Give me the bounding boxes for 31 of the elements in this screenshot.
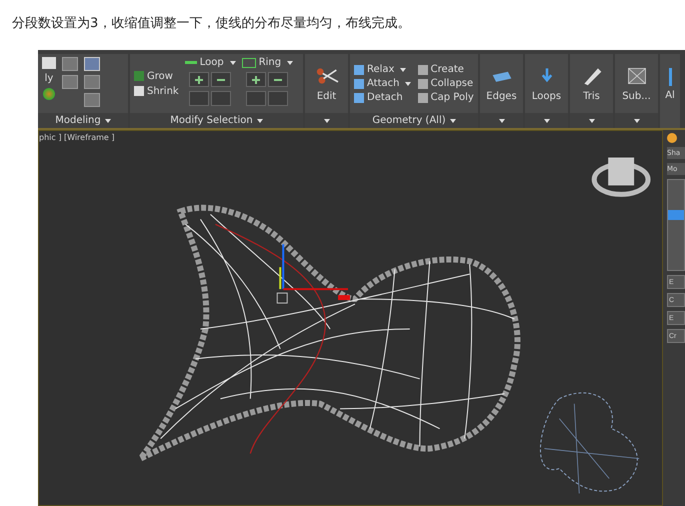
caption-text: 分段数设置为3，收缩值调整一下，使线的分布尽量均匀，布线完成。 xyxy=(11,15,412,33)
view-cube-icon[interactable] xyxy=(592,158,651,197)
tool-label[interactable]: ly xyxy=(44,73,54,84)
caret-icon[interactable] xyxy=(498,118,504,122)
viewport-label[interactable]: phic ] [Wireframe ] xyxy=(39,133,114,142)
geometry-tool-button[interactable]: Create xyxy=(418,64,474,75)
geometry-tool-button[interactable]: Attach xyxy=(354,78,412,89)
caret-icon[interactable] xyxy=(588,118,594,122)
caret-icon[interactable] xyxy=(544,118,550,122)
ring-button[interactable]: Ring xyxy=(242,57,294,68)
minus-icon[interactable] xyxy=(268,72,288,87)
geometry-tool-button[interactable]: Relax xyxy=(354,64,412,75)
geometry-tool-button[interactable]: Detach xyxy=(354,92,412,103)
tool-icon xyxy=(668,68,672,86)
minus-icon[interactable] xyxy=(211,72,232,87)
caret-icon[interactable] xyxy=(256,118,263,122)
caret-icon[interactable] xyxy=(104,118,111,122)
ribbon-button[interactable]: Al xyxy=(660,54,680,128)
plus-icon[interactable] xyxy=(189,72,210,87)
caret-icon[interactable] xyxy=(324,118,330,122)
shrink-button[interactable]: Shrink xyxy=(134,86,179,96)
geometry-tool-button[interactable]: Cap Poly xyxy=(418,92,474,103)
sphere-icon[interactable] xyxy=(43,88,55,100)
sun-icon[interactable] xyxy=(667,133,677,143)
viewport[interactable]: phic ] [Wireframe ] xyxy=(38,130,663,506)
caret-icon[interactable] xyxy=(450,118,456,122)
geometry-tool-button[interactable]: Collapse xyxy=(418,78,474,89)
grow-button[interactable]: Grow xyxy=(134,70,173,82)
loop-button[interactable]: Loop xyxy=(184,57,236,68)
plus-icon[interactable] xyxy=(246,72,266,87)
caret-icon[interactable] xyxy=(634,118,640,122)
